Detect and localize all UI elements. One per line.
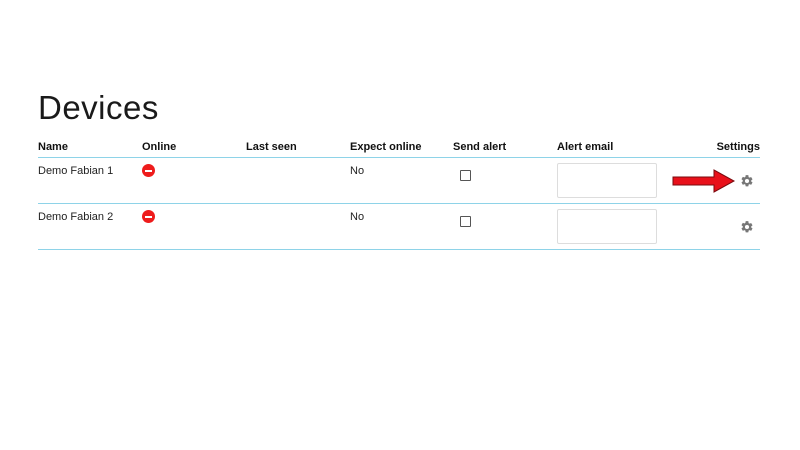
header-expect-online: Expect online	[350, 141, 422, 153]
header-settings: Settings	[716, 141, 760, 153]
table-row: Demo Fabian 1 No	[38, 158, 760, 204]
send-alert-checkbox[interactable]	[460, 216, 471, 227]
header-send-alert: Send alert	[453, 141, 507, 153]
alert-email-field[interactable]	[557, 209, 657, 244]
offline-status-icon	[142, 210, 155, 223]
gear-icon[interactable]	[740, 220, 754, 234]
device-name: Demo Fabian 1	[38, 165, 114, 177]
expect-online-value: No	[350, 165, 365, 177]
table-header: Name Online Last seen Expect online Send…	[38, 139, 760, 158]
expect-online-value: No	[350, 211, 365, 223]
header-alert-email: Alert email	[557, 141, 614, 153]
device-name: Demo Fabian 2	[38, 211, 114, 223]
table-row: Demo Fabian 2 No	[38, 204, 760, 250]
devices-table: Name Online Last seen Expect online Send…	[38, 139, 760, 250]
header-online: Online	[142, 141, 177, 153]
annotation-arrow-icon	[672, 169, 736, 193]
page-title: Devices	[38, 89, 159, 126]
alert-email-field[interactable]	[557, 163, 657, 198]
gear-icon[interactable]	[740, 174, 754, 188]
header-last-seen: Last seen	[246, 141, 297, 153]
devices-page: Devices Name Online Last seen Expect onl…	[0, 0, 800, 450]
offline-status-icon	[142, 164, 155, 177]
header-name: Name	[38, 141, 68, 153]
send-alert-checkbox[interactable]	[460, 170, 471, 181]
